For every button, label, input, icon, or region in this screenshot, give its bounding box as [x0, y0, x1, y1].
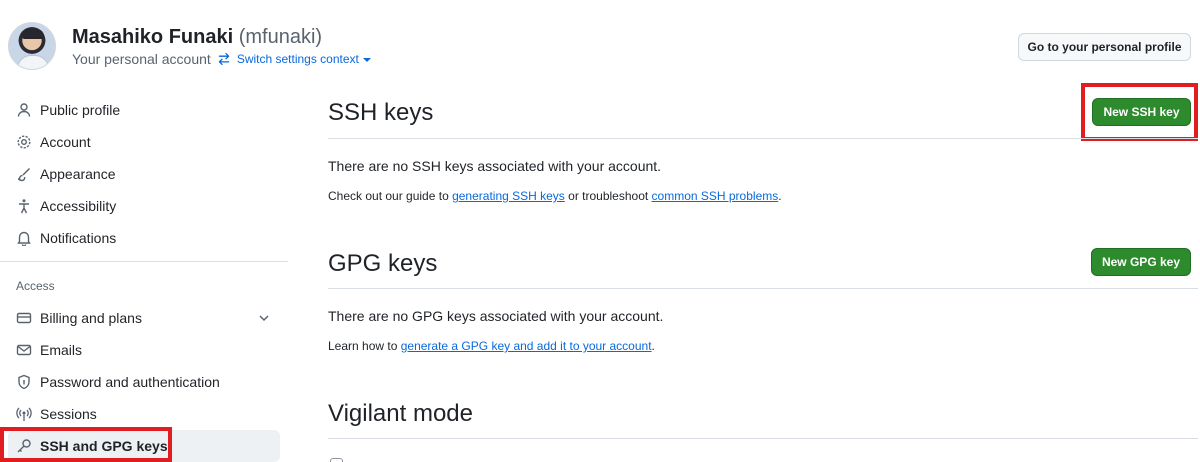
sidebar-item-label: Sessions [40, 406, 97, 422]
sidebar-section-access: Access [16, 279, 55, 293]
sidebar-item-appearance[interactable]: Appearance [8, 158, 280, 190]
sidebar-item-label: Emails [40, 342, 83, 358]
go-to-profile-button[interactable]: Go to your personal profile [1018, 33, 1191, 61]
generate-gpg-key-link[interactable]: generate a GPG key and add it to your ac… [401, 339, 652, 353]
account-name: Masahiko Funaki (mfunaki) [72, 26, 322, 49]
sidebar-item-account[interactable]: Account [8, 126, 280, 158]
accessibility-icon [16, 198, 32, 214]
person-icon [16, 102, 32, 118]
account-label: Your personal account [72, 51, 211, 67]
sidebar-item-emails[interactable]: Emails [8, 334, 280, 366]
new-ssh-key-button[interactable]: New SSH key [1092, 98, 1191, 126]
sidebar-item-label: Appearance [40, 166, 116, 182]
sidebar-item-billing[interactable]: Billing and plans [8, 302, 280, 334]
broadcast-icon [16, 406, 32, 422]
login-name: (mfunaki) [238, 26, 323, 48]
switch-context-link[interactable]: Switch settings context [237, 52, 371, 66]
sidebar-item-notifications[interactable]: Notifications [8, 222, 280, 254]
paintbrush-icon [16, 166, 32, 182]
arrow-switch-icon [217, 52, 231, 66]
vigilant-mode-checkbox[interactable] [330, 458, 343, 462]
new-gpg-key-button[interactable]: New GPG key [1091, 248, 1191, 276]
gear-icon [16, 134, 32, 150]
ssh-divider [328, 138, 1198, 139]
shield-lock-icon [16, 374, 32, 390]
chevron-down-icon[interactable] [256, 310, 272, 329]
ssh-empty-message: There are no SSH keys associated with yo… [328, 158, 662, 174]
ssh-keys-heading: SSH keys [328, 99, 434, 126]
sidebar-item-label: Password and authentication [40, 374, 220, 390]
common-ssh-problems-link[interactable]: common SSH problems [652, 189, 779, 203]
display-name: Masahiko Funaki [72, 26, 234, 48]
sidebar-item-public-profile[interactable]: Public profile [8, 94, 280, 126]
account-context: Your personal account Switch settings co… [72, 51, 371, 67]
bell-icon [16, 230, 32, 246]
generating-ssh-keys-link[interactable]: generating SSH keys [452, 189, 565, 203]
avatar[interactable] [8, 22, 56, 70]
sidebar-item-label: Billing and plans [40, 310, 142, 326]
sidebar-item-password[interactable]: Password and authentication [8, 366, 280, 398]
sidebar-item-accessibility[interactable]: Accessibility [8, 190, 280, 222]
sidebar-item-label: Public profile [40, 102, 121, 118]
gpg-empty-message: There are no GPG keys associated with yo… [328, 308, 664, 324]
sidebar-item-label: Account [40, 134, 91, 150]
settings-header: Masahiko Funaki (mfunaki) Your personal … [0, 0, 1200, 80]
ssh-guide-text: Check out our guide to generating SSH ke… [328, 189, 782, 203]
caret-down-icon [362, 57, 371, 62]
vigilant-divider [328, 438, 1198, 439]
highlight-box-sidebar [0, 427, 172, 462]
sidebar-item-sessions[interactable]: Sessions [8, 398, 280, 430]
gpg-learn-text: Learn how to generate a GPG key and add … [328, 339, 655, 353]
vigilant-mode-heading: Vigilant mode [328, 400, 473, 427]
mail-icon [16, 342, 32, 358]
sidebar-divider [0, 261, 288, 262]
gpg-keys-heading: GPG keys [328, 250, 438, 277]
sidebar-item-label: Accessibility [40, 198, 117, 214]
sidebar-item-label: Notifications [40, 230, 117, 246]
gpg-divider [328, 288, 1198, 289]
credit-card-icon [16, 310, 32, 326]
